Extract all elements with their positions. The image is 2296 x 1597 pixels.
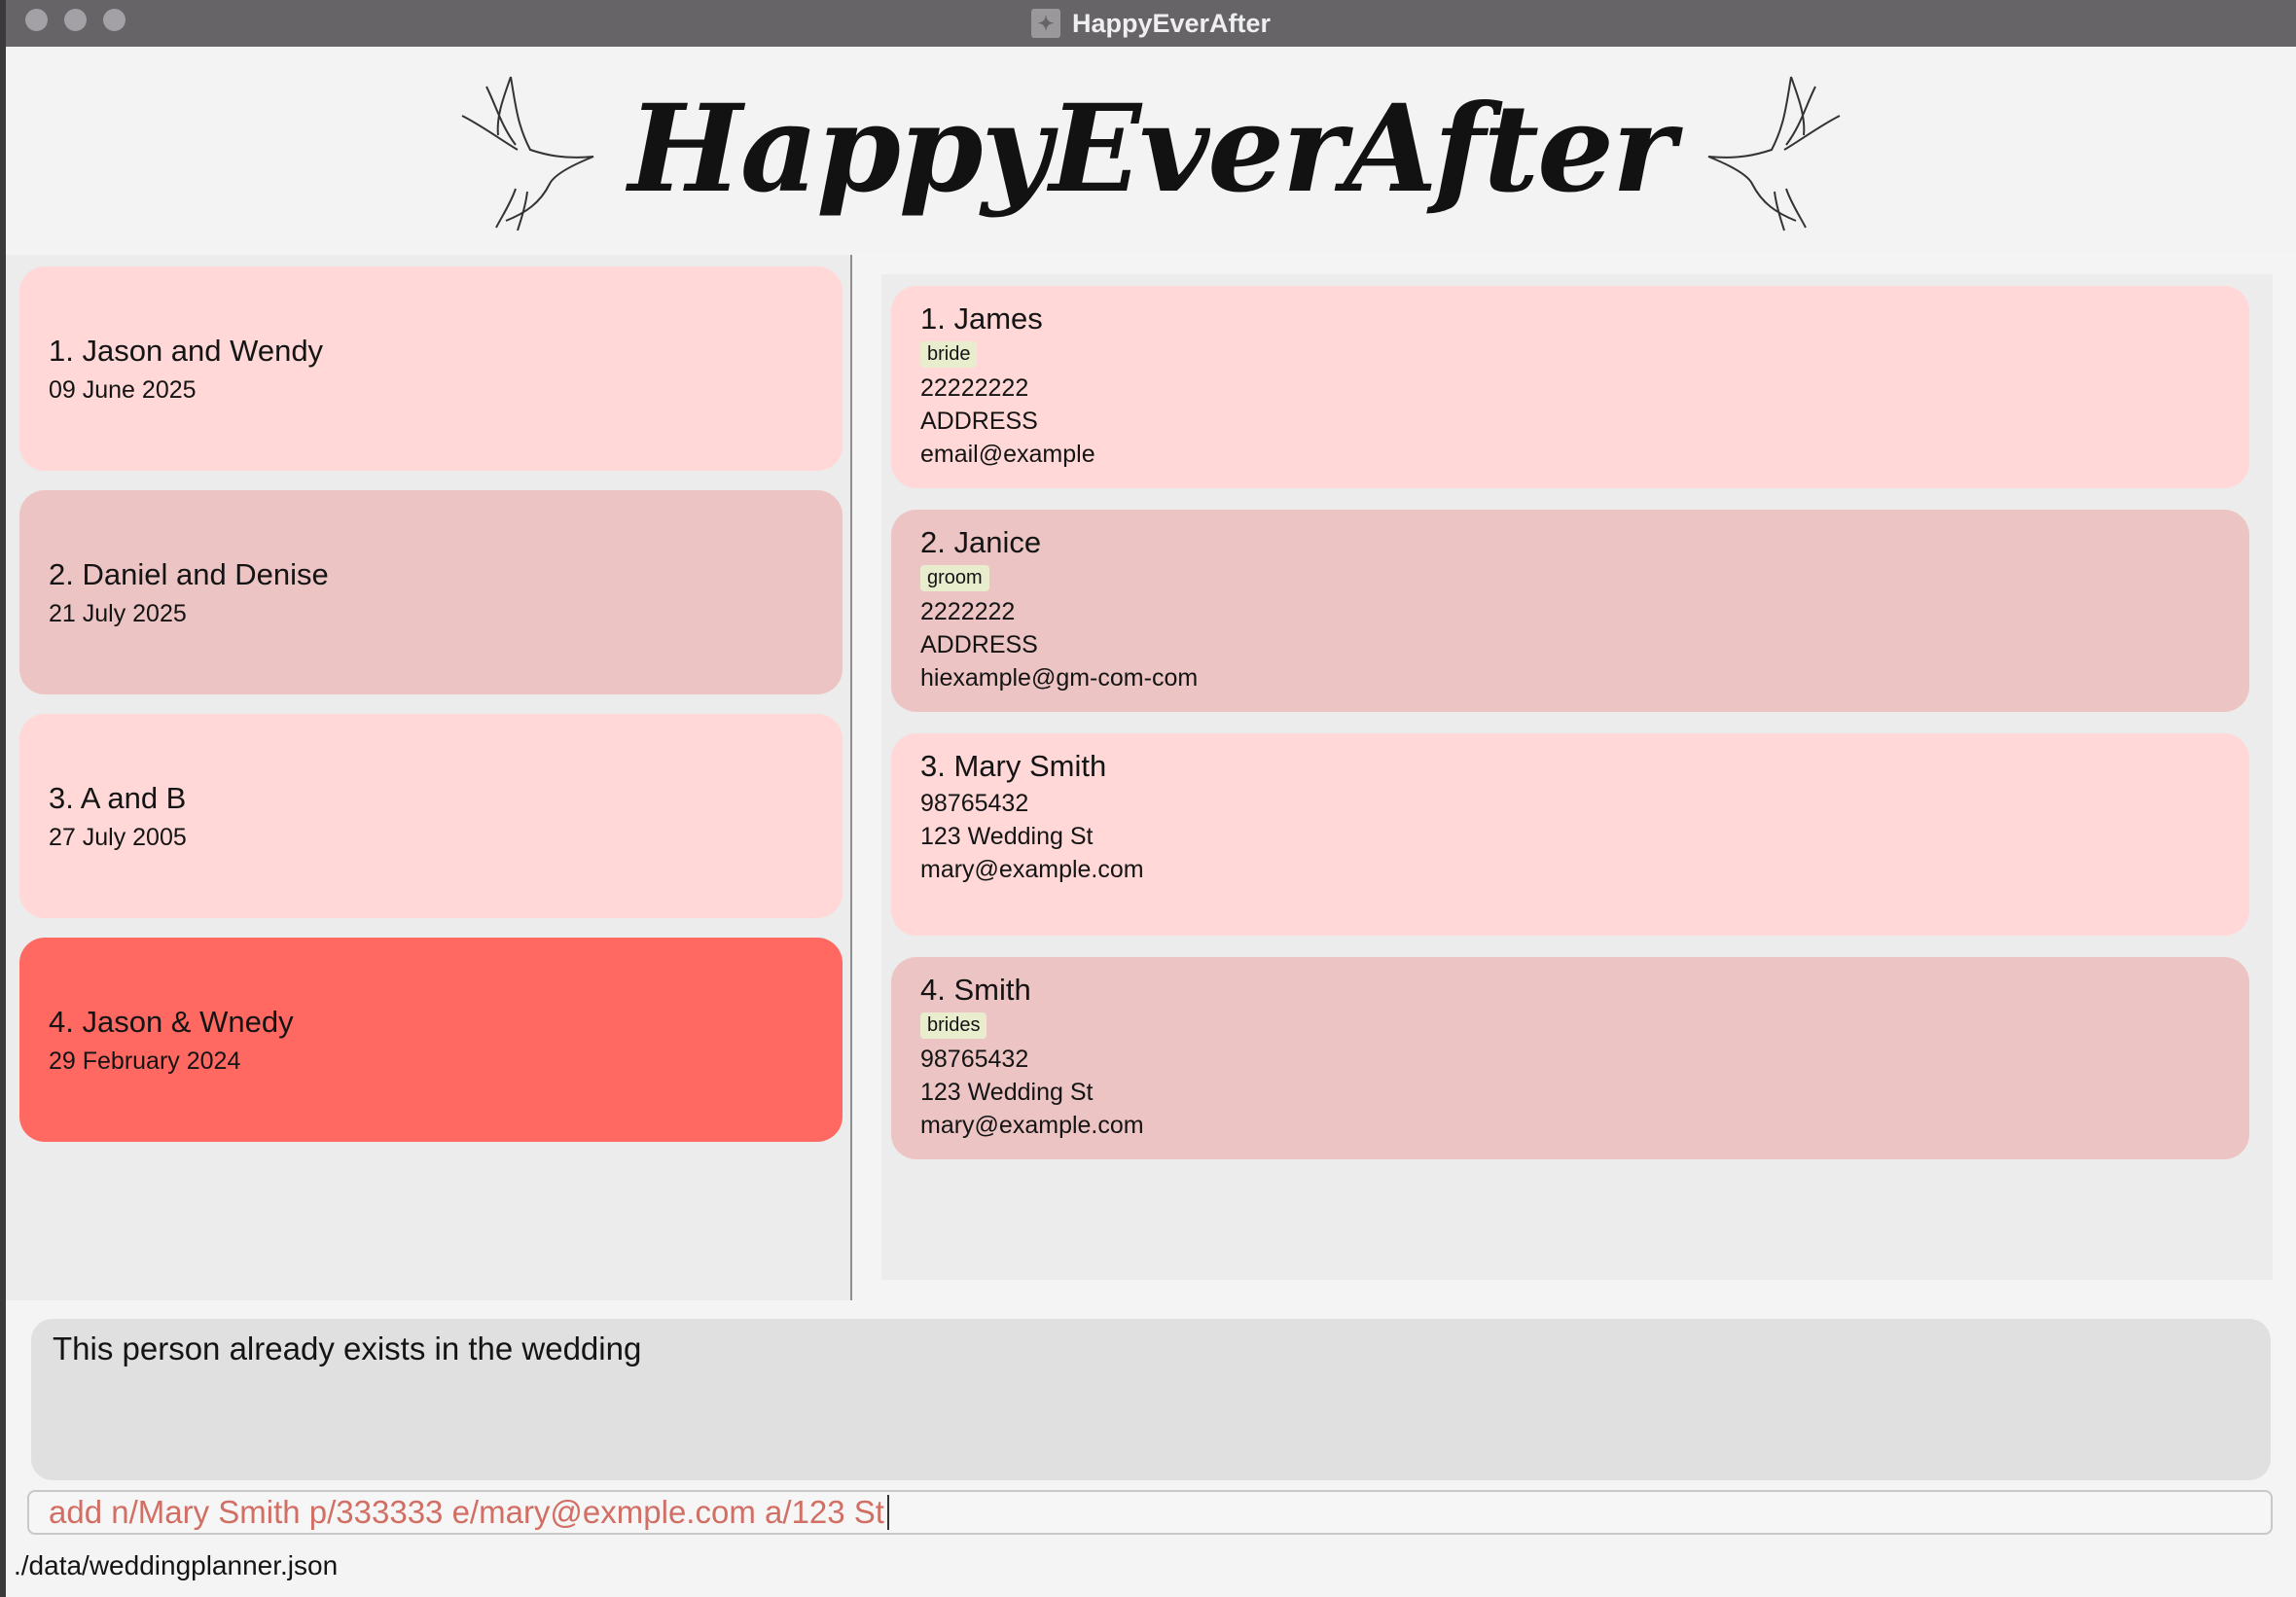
person-card[interactable]: 1. James bride 22222222 ADDRESS email@ex… (891, 286, 2249, 488)
person-card[interactable]: 2. Janice groom 2222222 ADDRESS hiexampl… (891, 510, 2249, 712)
dove-icon (1707, 76, 1841, 231)
maximize-window-button[interactable] (103, 9, 126, 31)
wedding-card[interactable]: 1. Jason and Wendy 09 June 2025 (19, 266, 843, 471)
wedding-date: 27 July 2005 (49, 823, 187, 851)
command-text: add n/Mary Smith p/333333 e/mary@exmple.… (49, 1494, 884, 1530)
person-card[interactable]: 3. Mary Smith 98765432 123 Wedding St ma… (891, 733, 2249, 936)
person-name: 3. Mary Smith (920, 749, 1107, 783)
person-tag: bride (920, 341, 978, 368)
title-bar: ✦ HappyEverAfter (6, 0, 2296, 47)
wedding-date: 21 July 2025 (49, 599, 187, 627)
wedding-card[interactable]: 2. Daniel and Denise 21 July 2025 (19, 490, 843, 694)
person-tag: brides (920, 1012, 987, 1039)
person-phone: 98765432 (920, 1046, 1029, 1073)
person-email: email@example (920, 441, 1095, 468)
person-address: 123 Wedding St (920, 1079, 1094, 1106)
person-list[interactable]: 1. James bride 22222222 ADDRESS email@ex… (881, 274, 2273, 1280)
window-title: HappyEverAfter (1071, 8, 1272, 38)
wedding-title: 4. Jason & Wnedy (49, 1004, 294, 1039)
person-card[interactable]: 4. Smith brides 98765432 123 Wedding St … (891, 957, 2249, 1159)
wedding-card[interactable]: 3. A and B 27 July 2005 (19, 714, 843, 918)
banner: HappyEverAfter (6, 47, 2296, 253)
person-name: 4. Smith (920, 973, 1031, 1007)
command-input[interactable]: add n/Mary Smith p/333333 e/mary@exmple.… (27, 1490, 2273, 1535)
app-icon: ✦ (1030, 9, 1060, 38)
wedding-title: 3. A and B (49, 780, 187, 815)
banner-title: HappyEverAfter (628, 79, 1676, 220)
panel-divider[interactable] (850, 255, 852, 1300)
dove-icon (461, 76, 594, 231)
status-bar-path: ./data/weddingplanner.json (14, 1550, 339, 1580)
close-window-button[interactable] (25, 9, 48, 31)
person-address: ADDRESS (920, 408, 1038, 435)
wedding-card-selected[interactable]: 4. Jason & Wnedy 29 February 2024 (19, 938, 843, 1142)
wedding-date: 09 June 2025 (49, 375, 197, 404)
person-tag: groom (920, 565, 989, 591)
wedding-title: 2. Daniel and Denise (49, 556, 329, 591)
wedding-list[interactable]: 1. Jason and Wendy 09 June 2025 2. Danie… (6, 255, 850, 1300)
result-display: This person already exists in the weddin… (31, 1319, 2271, 1480)
window-controls (25, 9, 126, 31)
minimize-window-button[interactable] (64, 9, 87, 31)
person-phone: 22222222 (920, 374, 1029, 402)
result-message: This person already exists in the weddin… (53, 1331, 642, 1366)
person-email: mary@example.com (920, 856, 1144, 883)
person-email: mary@example.com (920, 1112, 1144, 1139)
person-name: 2. Janice (920, 525, 1042, 559)
person-phone: 2222222 (920, 598, 1016, 625)
person-address: ADDRESS (920, 631, 1038, 658)
person-address: 123 Wedding St (920, 823, 1094, 850)
text-caret (886, 1495, 889, 1530)
wedding-date: 29 February 2024 (49, 1047, 241, 1075)
person-name: 1. James (920, 302, 1043, 336)
wedding-title: 1. Jason and Wendy (49, 333, 324, 368)
person-email: hiexample@gm-com-com (920, 664, 1199, 692)
person-phone: 98765432 (920, 790, 1029, 817)
app-window: ✦ HappyEverAfter HappyEverAfter 1. Jason… (6, 0, 2296, 1597)
